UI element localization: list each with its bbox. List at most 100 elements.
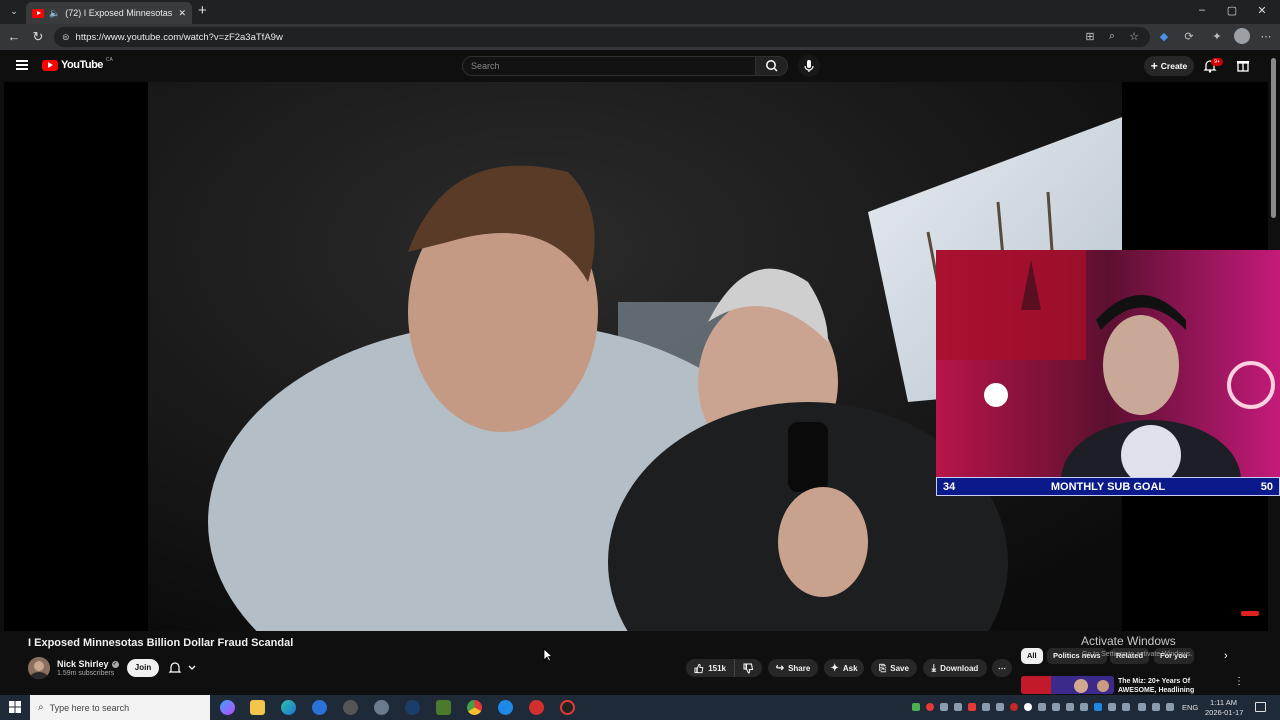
- download-button[interactable]: ⤓ Download: [923, 659, 987, 677]
- zoom-icon[interactable]: ⌕: [1105, 30, 1119, 43]
- tray-icon-14[interactable]: [1094, 703, 1102, 711]
- like-count: 151k: [708, 663, 726, 673]
- tray-icon-2[interactable]: [926, 703, 934, 711]
- close-window-button[interactable]: ✕: [1254, 4, 1270, 17]
- browser-tab[interactable]: 🔈 (72) I Exposed Minnesotas B ✕: [26, 2, 192, 24]
- dislike-button[interactable]: [734, 659, 762, 677]
- tray-icon-5[interactable]: [968, 703, 976, 711]
- media-app-icon[interactable]: [343, 700, 358, 715]
- recommended-video-title[interactable]: The Miz: 20+ Years Of AWESOME, Headlinin…: [1118, 677, 1228, 695]
- site-info-icon[interactable]: ⊜: [62, 32, 70, 43]
- tray-icon-15[interactable]: [1108, 703, 1116, 711]
- minimize-button[interactable]: –: [1194, 4, 1210, 16]
- channel-name-text: Nick Shirley: [57, 659, 109, 669]
- channel-avatar-image: [28, 657, 50, 679]
- extension-icon[interactable]: ◆: [1157, 30, 1171, 43]
- back-icon[interactable]: ←: [6, 29, 22, 44]
- tray-icon-4[interactable]: [954, 703, 962, 711]
- more-actions-button[interactable]: ⋯: [992, 659, 1012, 677]
- tray-icon-13[interactable]: [1080, 703, 1088, 711]
- language-indicator[interactable]: ENG: [1182, 703, 1198, 712]
- windows-taskbar: ⌕ Type here to search ENG 1:11 AM 2026-0…: [0, 695, 1280, 720]
- url-field[interactable]: ⊜ https://www.youtube.com/watch?v=zF2a3a…: [54, 27, 1150, 47]
- chip-all[interactable]: All: [1021, 648, 1043, 664]
- search-button[interactable]: [756, 56, 788, 76]
- search-input[interactable]: Search: [462, 56, 756, 76]
- tray-icon-9[interactable]: [1024, 703, 1032, 711]
- bell-chevron-icon: [168, 662, 196, 673]
- bluestacks-icon[interactable]: [498, 700, 513, 715]
- steam-icon[interactable]: [405, 700, 420, 715]
- app-blue-icon[interactable]: [312, 700, 327, 715]
- maximize-button[interactable]: ▢: [1224, 4, 1240, 17]
- ask-button[interactable]: ✦ Ask: [824, 659, 864, 677]
- extensions-puzzle-icon[interactable]: ✦: [1210, 30, 1224, 43]
- profile-avatar[interactable]: [1234, 28, 1250, 44]
- youtube-logo-text: YouTube: [61, 59, 103, 71]
- red-app-icon[interactable]: [529, 700, 544, 715]
- tray-icon-16[interactable]: [1122, 703, 1130, 711]
- join-button[interactable]: Join: [127, 659, 159, 677]
- tray-icon-7[interactable]: [996, 703, 1004, 711]
- chat-indicator-icon: [1241, 611, 1259, 616]
- clock-date[interactable]: 2026-01-17: [1205, 708, 1243, 717]
- browser-menu-icon[interactable]: ⋯: [1259, 30, 1273, 43]
- like-button[interactable]: 151k: [686, 659, 734, 677]
- activate-windows-watermark: Activate Windows: [1081, 634, 1176, 648]
- battery-icon[interactable]: [1166, 703, 1174, 711]
- gift-icon[interactable]: [1236, 58, 1250, 72]
- download-icon: ⤓: [931, 662, 937, 674]
- thumbs-down-icon: [743, 663, 754, 674]
- volume-icon[interactable]: [1152, 703, 1160, 711]
- tray-icon-8[interactable]: [1010, 703, 1018, 711]
- file-explorer-icon[interactable]: [250, 700, 265, 715]
- tray-icon-11[interactable]: [1052, 703, 1060, 711]
- minecraft-icon[interactable]: [436, 700, 451, 715]
- tray-icon-1[interactable]: [912, 703, 920, 711]
- tray-icon-12[interactable]: [1066, 703, 1074, 711]
- network-icon[interactable]: [1138, 703, 1146, 711]
- refresh-extension-icon[interactable]: ⟳: [1182, 30, 1196, 43]
- recommended-video-thumbnail[interactable]: [1021, 676, 1114, 694]
- thumbs-up-icon: [694, 663, 704, 673]
- reload-icon[interactable]: ↻: [30, 29, 46, 45]
- clock-time[interactable]: 1:11 AM: [1210, 698, 1237, 707]
- guide-menu-icon[interactable]: [16, 60, 28, 70]
- notification-center-icon[interactable]: [1255, 702, 1266, 712]
- thumbnail-image: [1021, 676, 1114, 694]
- page-scrollbar[interactable]: [1271, 58, 1276, 218]
- recommended-video-menu-icon[interactable]: ⋮: [1234, 676, 1244, 687]
- edge-browser-icon[interactable]: [281, 700, 296, 715]
- activate-windows-subtitle: Go to Settings to activate Windows.: [1082, 651, 1193, 658]
- video-title: I Exposed Minnesotas Billion Dollar Frau…: [28, 637, 294, 649]
- verified-check-icon: ✓: [111, 660, 119, 668]
- streamer-webcam-overlay: [936, 250, 1280, 496]
- tray-icon-3[interactable]: [940, 703, 948, 711]
- microphone-icon: [804, 60, 814, 72]
- obs-app-icon[interactable]: [560, 700, 575, 715]
- save-button[interactable]: ⎘ Save: [871, 659, 917, 677]
- tray-icon-6[interactable]: [982, 703, 990, 711]
- youtube-logo[interactable]: YouTube CA: [42, 57, 113, 71]
- speaker-icon[interactable]: 🔈: [49, 8, 60, 19]
- country-code: CA: [105, 57, 113, 63]
- app-available-icon[interactable]: ⊞: [1083, 30, 1097, 43]
- tray-icon-10[interactable]: [1038, 703, 1046, 711]
- favorite-star-icon[interactable]: ☆: [1127, 30, 1141, 43]
- windows-start-icon[interactable]: [9, 701, 21, 713]
- subscription-bell-button[interactable]: [164, 659, 202, 677]
- new-tab-button[interactable]: +: [198, 2, 207, 19]
- chips-next-arrow-icon[interactable]: ›: [1224, 650, 1228, 662]
- channel-avatar[interactable]: [28, 657, 50, 679]
- settings-gear-icon[interactable]: [374, 700, 389, 715]
- notification-count-badge: 9+: [1211, 58, 1223, 66]
- taskbar-search-input[interactable]: ⌕ Type here to search: [30, 695, 210, 720]
- tab-actions-icon[interactable]: ⌄: [8, 6, 20, 18]
- channel-name[interactable]: Nick Shirley ✓: [57, 659, 119, 669]
- share-button[interactable]: ↪ Share: [768, 659, 818, 677]
- create-button[interactable]: + Create: [1144, 56, 1194, 76]
- tab-close-icon[interactable]: ✕: [178, 8, 186, 19]
- voice-search-button[interactable]: [798, 55, 820, 77]
- chrome-icon[interactable]: [467, 700, 482, 715]
- copilot-app-icon[interactable]: [220, 700, 235, 715]
